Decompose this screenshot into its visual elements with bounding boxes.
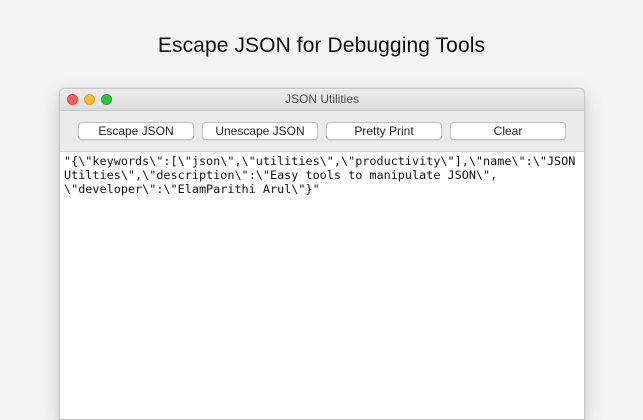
json-text-editor[interactable]: "{\"keywords\":[\"json\",\"utilities\",\… <box>60 152 584 419</box>
title-bar[interactable]: JSON Utilities <box>60 89 584 111</box>
editor-content: "{\"keywords\":[\"json\",\"utilities\",\… <box>64 154 578 196</box>
editor-line: Utilties\",\"description\":\"Easy tools … <box>64 168 498 182</box>
page-headline: Escape JSON for Debugging Tools <box>157 34 486 57</box>
editor-line: "{\"keywords\":[\"json\",\"utilities\",\… <box>64 154 576 168</box>
editor-line: \"developer\":\"ElamParithi Arul\"}" <box>64 182 320 196</box>
app-window: JSON Utilities Escape JSON Unescape JSON… <box>59 88 585 420</box>
window-title: JSON Utilities <box>284 92 359 106</box>
unescape-json-button[interactable]: Unescape JSON <box>202 122 318 140</box>
escape-json-button[interactable]: Escape JSON <box>78 122 194 140</box>
clear-button[interactable]: Clear <box>450 122 566 140</box>
pretty-print-button[interactable]: Pretty Print <box>326 122 442 140</box>
toolbar: Escape JSON Unescape JSON Pretty Print C… <box>60 111 584 152</box>
